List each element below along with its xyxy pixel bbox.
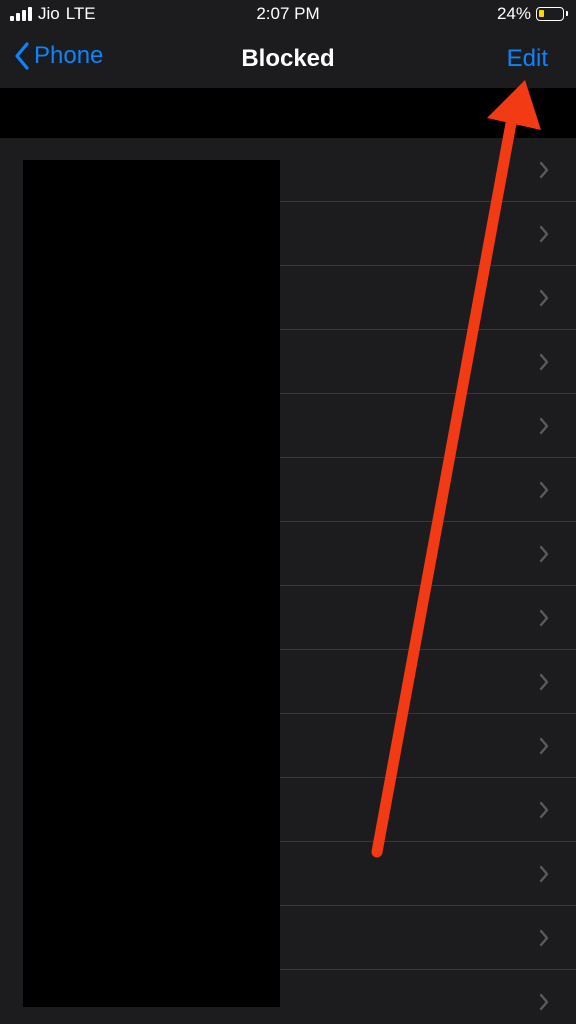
- chevron-right-icon: [539, 993, 549, 1011]
- chevron-right-icon: [539, 417, 549, 435]
- header-band: [0, 88, 576, 138]
- chevron-right-icon: [539, 225, 549, 243]
- chevron-right-icon: [539, 481, 549, 499]
- redaction-block: [23, 160, 280, 1007]
- battery-icon: [536, 7, 568, 21]
- edit-button[interactable]: Edit: [507, 45, 548, 73]
- status-bar: Jio LTE 2:07 PM 24%: [0, 0, 576, 30]
- battery-cap: [566, 11, 568, 16]
- chevron-right-icon: [539, 289, 549, 307]
- battery-percent: 24%: [496, 4, 531, 23]
- battery-fill: [539, 10, 544, 17]
- chevron-right-icon: [539, 865, 549, 883]
- chevron-right-icon: [539, 545, 549, 563]
- chevron-right-icon: [539, 609, 549, 627]
- status-time: 2:07 PM: [256, 4, 320, 23]
- navigation-bar: Phone Blocked Edit: [0, 30, 576, 88]
- chevron-right-icon: [539, 353, 549, 371]
- page-title: Blocked: [241, 45, 335, 72]
- chevron-right-icon: [539, 737, 549, 755]
- chevron-right-icon: [539, 673, 549, 691]
- chevron-right-icon: [539, 801, 549, 819]
- status-right: 24%: [496, 4, 568, 24]
- chevron-right-icon: [539, 161, 549, 179]
- screen: Jio LTE 2:07 PM 24% Phone Blocked Edit: [0, 0, 576, 1024]
- chevron-right-icon: [539, 929, 549, 947]
